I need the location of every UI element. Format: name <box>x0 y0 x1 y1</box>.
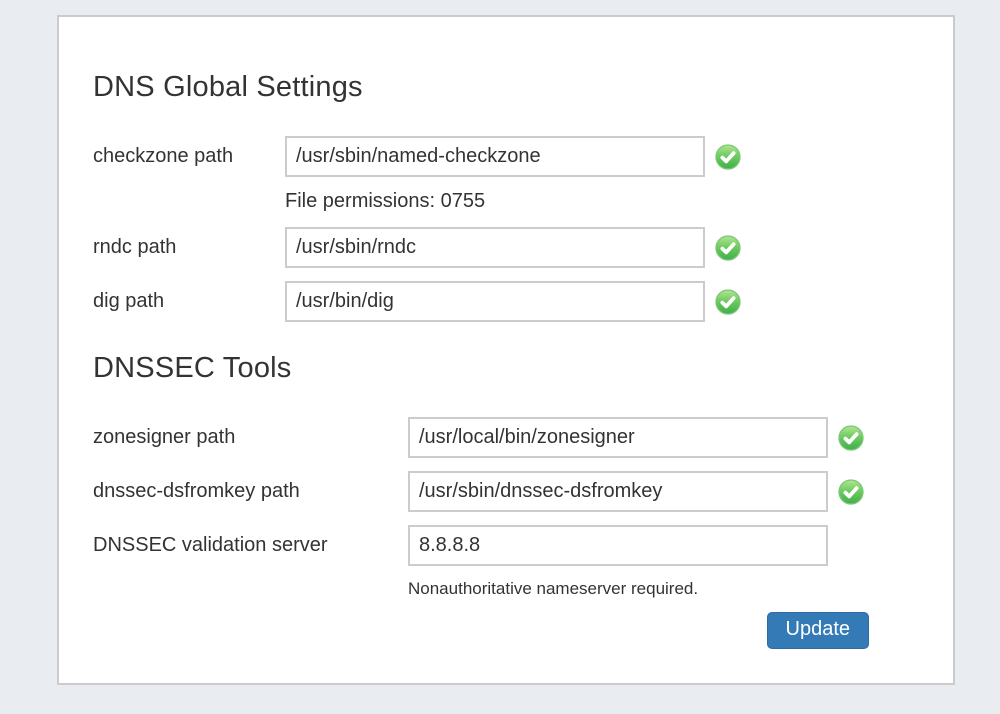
checkzone-path-input[interactable] <box>285 136 705 177</box>
form-row-dnssec-dsfromkey-path: dnssec-dsfromkey path <box>93 471 953 512</box>
form-row-rndc-path: rndc path <box>93 227 953 268</box>
form-row-dnssec-validation-server: DNSSEC validation server <box>93 525 953 566</box>
form-row-dig-path: dig path <box>93 281 953 322</box>
form-row-zonesigner-path: zonesigner path <box>93 417 953 458</box>
success-check-icon <box>715 235 741 261</box>
success-check-icon <box>715 289 741 315</box>
success-check-icon <box>838 425 864 451</box>
form-row-checkzone-path: checkzone path <box>93 136 953 177</box>
dig-path-label: dig path <box>93 290 285 313</box>
dnssec-validation-server-help: Nonauthoritative nameserver required. <box>408 579 953 599</box>
dnssec-validation-server-input[interactable] <box>408 525 828 566</box>
settings-panel: DNS Global Settings checkzone path File … <box>57 15 955 685</box>
rndc-path-label: rndc path <box>93 236 285 259</box>
rndc-path-input[interactable] <box>285 227 705 268</box>
zonesigner-path-input[interactable] <box>408 417 828 458</box>
success-check-icon <box>838 479 864 505</box>
update-button[interactable]: Update <box>767 612 870 649</box>
section-title-dnssec-tools: DNSSEC Tools <box>93 352 953 385</box>
button-row: Update <box>93 612 869 649</box>
checkzone-path-help: File permissions: 0755 <box>285 190 953 213</box>
dnssec-validation-server-label: DNSSEC validation server <box>93 534 408 557</box>
dig-path-input[interactable] <box>285 281 705 322</box>
checkzone-path-label: checkzone path <box>93 145 285 168</box>
section-title-dns-global: DNS Global Settings <box>93 71 953 104</box>
dnssec-dsfromkey-path-label: dnssec-dsfromkey path <box>93 480 408 503</box>
dnssec-dsfromkey-path-input[interactable] <box>408 471 828 512</box>
success-check-icon <box>715 144 741 170</box>
zonesigner-path-label: zonesigner path <box>93 426 408 449</box>
